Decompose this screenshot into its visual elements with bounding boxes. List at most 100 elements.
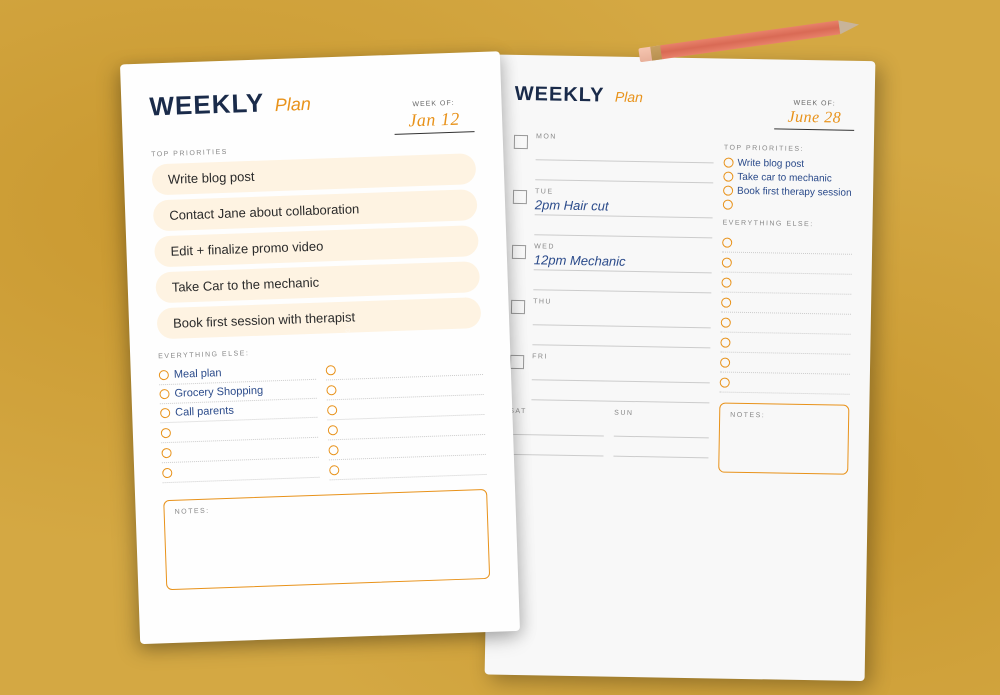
day-thu-content: THU	[532, 298, 711, 348]
right-check-4	[723, 199, 733, 209]
everything-col-1: Meal plan Grocery Shopping Call parents	[159, 360, 320, 485]
right-priority-1: Write blog post	[723, 157, 853, 170]
right-notes-box: NOTES:	[718, 402, 849, 474]
pencil-decoration	[660, 13, 880, 61]
right-everything-8	[720, 372, 850, 394]
right-everything-check-8	[720, 377, 730, 387]
right-main-content: MON TUE 2pm Hair cut	[508, 132, 854, 474]
right-check-3	[723, 185, 733, 195]
right-page-header: WEEKLY Plan WEEK OF: June 28	[514, 82, 855, 130]
day-mon-checkbox[interactable]	[514, 134, 528, 148]
priority-item-4: Take Car to the mechanic	[155, 261, 480, 303]
right-title: WEEKLY Plan	[515, 82, 644, 107]
right-priorities-list: Write blog post Take car to mechanic Boo…	[723, 157, 854, 211]
left-week-of: WEEK OF: Jan 12	[393, 99, 474, 135]
day-mon-label: MON	[536, 133, 714, 143]
left-page-header: WEEKLY Plan WEEK OF: Jan 12	[149, 80, 475, 143]
day-mon-content: MON	[535, 133, 714, 183]
check-circle-6	[162, 467, 172, 477]
day-sat-extra	[508, 436, 603, 456]
sat-sun-row: SAT SUN	[508, 407, 709, 457]
left-page: WEEKLY Plan WEEK OF: Jan 12 TOP PRIORITI…	[120, 51, 520, 644]
check-circle-r2	[326, 384, 336, 394]
right-title-plan: Plan	[615, 88, 643, 104]
days-column: MON TUE 2pm Hair cut	[508, 132, 714, 471]
day-mon: MON	[513, 132, 714, 182]
check-circle-r5	[328, 444, 338, 454]
day-wed-checkbox[interactable]	[512, 244, 526, 258]
right-everything-check-4	[721, 297, 731, 307]
left-notes-label: NOTES:	[175, 498, 477, 516]
day-wed-extra	[533, 272, 711, 293]
pages-container: WEEKLY Plan WEEK OF: Jan 12 TOP PRIORITI…	[120, 58, 880, 678]
day-tue-line: 2pm Hair cut	[535, 197, 713, 218]
check-circle-2	[159, 388, 169, 398]
day-sun-label: SUN	[614, 409, 709, 418]
day-thu: THU	[510, 297, 711, 347]
day-fri-label: FRI	[532, 353, 710, 363]
right-everything-else-label: EVERYTHING ELSE:	[722, 219, 852, 228]
left-title: WEEKLY Plan	[149, 85, 311, 122]
priority-item-5: Book first session with therapist	[157, 297, 482, 339]
day-tue-checkbox[interactable]	[513, 189, 527, 203]
pencil-tip	[838, 18, 860, 35]
check-circle-r4	[328, 424, 338, 434]
right-title-weekly: WEEKLY	[515, 82, 605, 106]
day-fri-extra	[531, 382, 709, 403]
right-everything-check-3	[721, 277, 731, 287]
check-circle-r3	[327, 404, 337, 414]
right-everything-4	[721, 292, 851, 314]
day-mon-line	[536, 142, 714, 163]
day-fri-content: FRI	[531, 353, 710, 403]
day-sun-extra	[613, 438, 708, 458]
right-everything-check-2	[722, 257, 732, 267]
right-everything-5	[721, 312, 851, 334]
right-priority-2: Take car to mechanic	[723, 171, 853, 184]
right-notes-label: NOTES:	[730, 411, 838, 420]
day-fri-checkbox[interactable]	[510, 354, 524, 368]
right-week-of-label: WEEK OF:	[793, 99, 835, 107]
day-tue-label: TUE	[535, 188, 713, 198]
right-everything-list	[720, 232, 853, 394]
right-everything-check-6	[720, 337, 730, 347]
right-everything-1	[722, 232, 852, 254]
right-page: WEEKLY Plan WEEK OF: June 28 MON	[485, 54, 876, 681]
day-fri-line	[532, 362, 710, 383]
day-wed-entry: 12pm Mechanic	[534, 252, 626, 271]
day-wed-content: WED 12pm Mechanic	[533, 243, 712, 293]
day-fri: FRI	[509, 352, 710, 402]
right-sidebar: TOP PRIORITIES: Write blog post Take car…	[718, 136, 854, 474]
day-sun: SUN	[613, 409, 709, 458]
right-everything-2	[722, 252, 852, 274]
right-everything-check-1	[722, 237, 732, 247]
right-check-1	[724, 157, 734, 167]
day-wed-line: 12pm Mechanic	[534, 252, 712, 273]
check-circle-4	[161, 427, 171, 437]
right-week-of: WEEK OF: June 28	[774, 99, 855, 130]
day-thu-checkbox[interactable]	[511, 299, 525, 313]
day-tue-entry: 2pm Hair cut	[535, 197, 609, 215]
left-week-of-label: WEEK OF:	[412, 99, 454, 107]
day-wed: WED 12pm Mechanic	[511, 242, 712, 292]
check-circle-3	[160, 407, 170, 417]
right-everything-check-5	[721, 317, 731, 327]
right-top-priorities-label: TOP PRIORITIES:	[724, 144, 854, 153]
priority-item-2: Contact Jane about collaboration	[153, 189, 478, 231]
right-everything-6	[720, 332, 850, 354]
check-circle-1	[159, 369, 169, 379]
right-everything-7	[720, 352, 850, 374]
left-notes-box: NOTES:	[163, 488, 490, 589]
right-check-2	[723, 171, 733, 181]
day-thu-line	[533, 307, 711, 328]
left-title-plan: Plan	[274, 93, 311, 114]
day-wed-label: WED	[534, 243, 712, 253]
day-tue-extra	[534, 217, 712, 238]
everything-col-2	[325, 354, 486, 479]
left-week-date: Jan 12	[394, 108, 475, 135]
right-everything-3	[721, 272, 851, 294]
day-sat-line	[509, 416, 604, 436]
right-week-date: June 28	[774, 108, 854, 130]
day-thu-extra	[532, 327, 710, 348]
priority-item-3: Edit + finalize promo video	[154, 225, 479, 267]
check-circle-r6	[329, 464, 339, 474]
